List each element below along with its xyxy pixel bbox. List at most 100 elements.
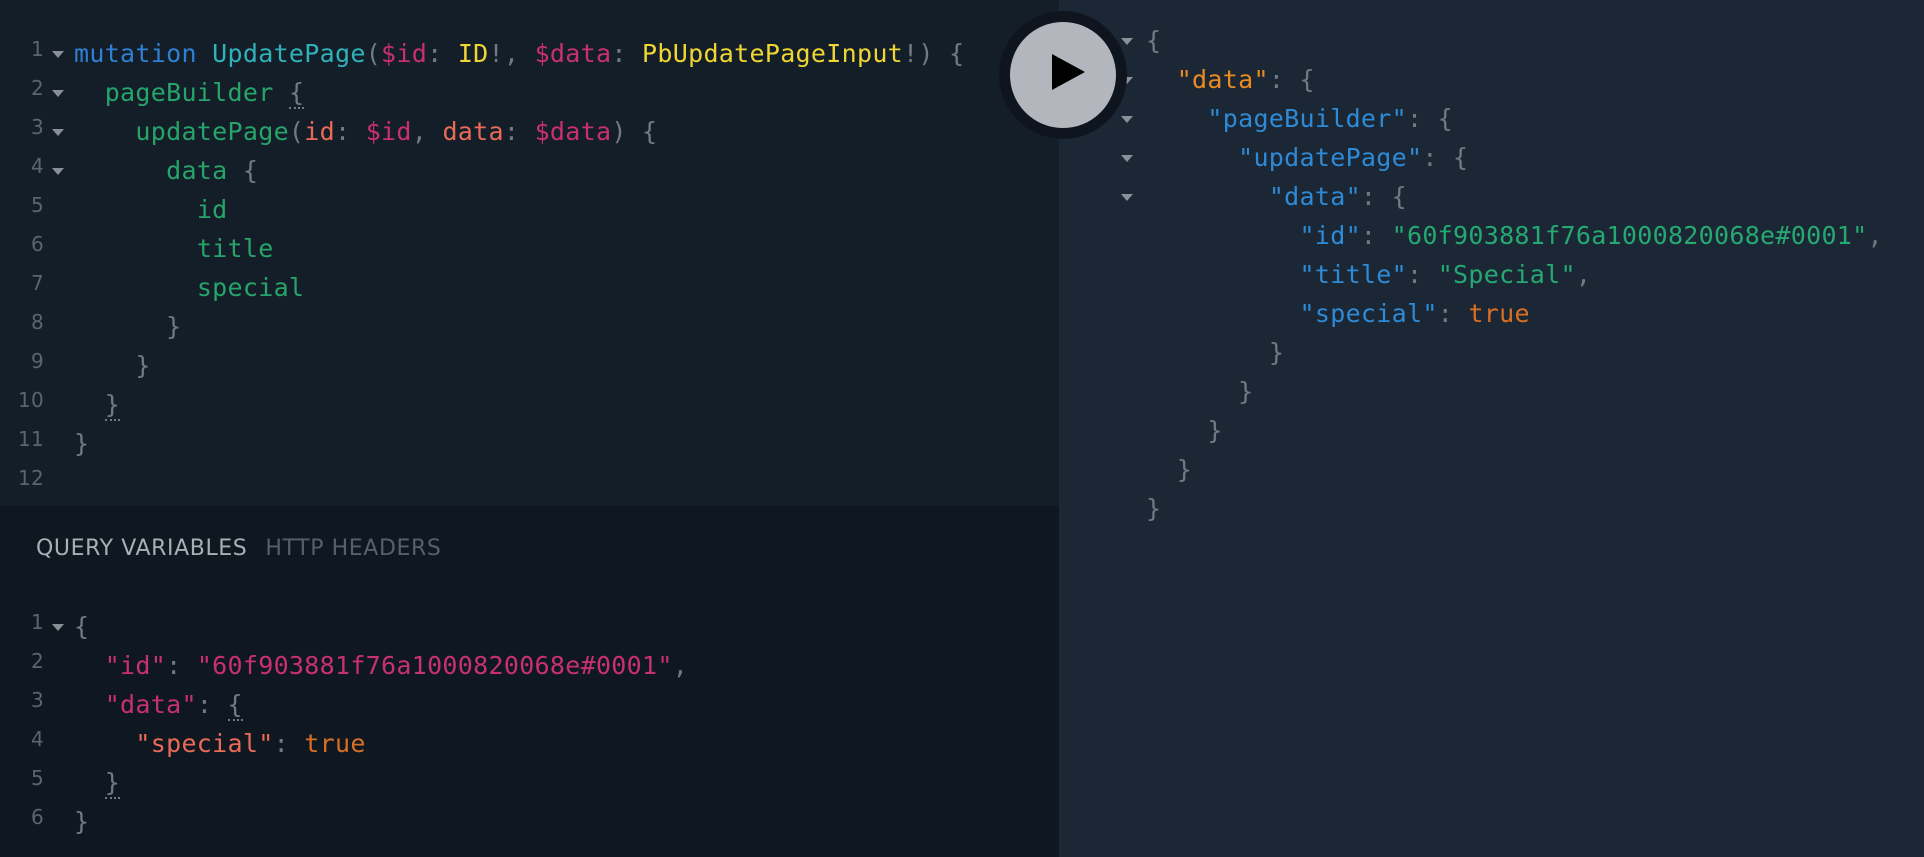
line-content: "data": { bbox=[74, 685, 243, 724]
line-content: { bbox=[74, 607, 89, 646]
code-token: special bbox=[196, 273, 305, 302]
code-token: title bbox=[196, 234, 274, 263]
code-token: pageBuilder bbox=[104, 78, 274, 107]
line-content: "data": { bbox=[1146, 177, 1407, 216]
query-code[interactable]: 1 mutation UpdatePage($id: ID!, $data: Pb… bbox=[0, 34, 964, 502]
code-line: 7 special bbox=[0, 268, 964, 307]
code-token: mutation bbox=[74, 39, 197, 68]
fold-gutter bbox=[44, 190, 74, 229]
line-content: } bbox=[1146, 372, 1253, 411]
line-content: } bbox=[1146, 489, 1161, 528]
code-token: } bbox=[1146, 494, 1162, 523]
line-content: } bbox=[74, 424, 89, 463]
line-content: "id": "60f903881f76a1000820068e#0001", bbox=[1146, 216, 1883, 255]
fold-gutter bbox=[44, 646, 74, 685]
line-content: "data": { bbox=[1146, 60, 1315, 99]
fold-arrow-icon[interactable] bbox=[1112, 138, 1146, 177]
fold-arrow-icon[interactable] bbox=[44, 151, 74, 190]
code-token: data bbox=[166, 156, 228, 185]
code-token: : { bbox=[1422, 143, 1469, 172]
line-content: "pageBuilder": { bbox=[1146, 99, 1453, 138]
line-content: data { bbox=[74, 151, 258, 190]
line-number: 4 bbox=[30, 727, 44, 751]
fold-arrow-icon[interactable] bbox=[44, 34, 74, 73]
code-token: "data" bbox=[104, 690, 197, 719]
line-content: "id": "60f903881f76a1000820068e#0001", bbox=[74, 646, 688, 685]
execute-query-button[interactable] bbox=[999, 11, 1127, 139]
code-token: $data bbox=[534, 39, 612, 68]
tab-query-variables[interactable]: QUERY VARIABLES bbox=[36, 536, 247, 561]
code-token: } bbox=[1238, 377, 1254, 406]
code-token: ) { bbox=[611, 117, 658, 146]
code-token: "special" bbox=[135, 729, 274, 758]
code-line: 12 bbox=[0, 463, 964, 502]
code-token: } bbox=[166, 312, 182, 341]
code-token: "data" bbox=[1268, 182, 1361, 211]
code-line: 8 } bbox=[0, 307, 964, 346]
code-token: "id" bbox=[1299, 221, 1361, 250]
code-token: "60f903881f76a1000820068e#0001" bbox=[1391, 221, 1868, 250]
code-line: "updatePage": { bbox=[1112, 138, 1883, 177]
play-icon bbox=[1052, 54, 1085, 90]
line-number: 5 bbox=[30, 766, 44, 790]
line-number: 10 bbox=[17, 388, 44, 412]
line-content: } bbox=[74, 346, 151, 385]
code-token: "60f903881f76a1000820068e#0001" bbox=[196, 651, 673, 680]
code-token: : bbox=[427, 39, 458, 68]
code-token: true bbox=[1468, 299, 1530, 328]
code-line: "id": "60f903881f76a1000820068e#0001", bbox=[1112, 216, 1883, 255]
fold-gutter bbox=[44, 346, 74, 385]
fold-arrow-icon[interactable] bbox=[44, 73, 74, 112]
line-number: 4 bbox=[30, 154, 44, 178]
code-token: : bbox=[1437, 299, 1469, 328]
fold-arrow-icon[interactable] bbox=[44, 112, 74, 151]
code-line: 6} bbox=[0, 802, 688, 841]
fold-gutter bbox=[44, 802, 74, 841]
code-token: : bbox=[1360, 221, 1392, 250]
line-number: 3 bbox=[30, 688, 44, 712]
execute-button-face bbox=[1010, 22, 1116, 128]
code-token: !) { bbox=[903, 39, 965, 68]
code-token: , bbox=[1867, 221, 1883, 250]
code-token: : bbox=[503, 117, 535, 146]
fold-arrow-icon[interactable] bbox=[44, 607, 74, 646]
code-token: "special" bbox=[1299, 299, 1438, 328]
code-token: : bbox=[334, 117, 366, 146]
line-number: 6 bbox=[30, 805, 44, 829]
code-token: PbUpdatePageInput bbox=[642, 39, 904, 68]
code-token: "Special" bbox=[1437, 260, 1576, 289]
code-token: true bbox=[304, 729, 366, 758]
code-line: 4 data { bbox=[0, 151, 964, 190]
code-line: 2 "id": "60f903881f76a1000820068e#0001", bbox=[0, 646, 688, 685]
variables-editor[interactable]: 1{2 "id": "60f903881f76a1000820068e#0001… bbox=[0, 607, 688, 841]
line-number: 1 bbox=[30, 37, 44, 61]
line-number: 5 bbox=[30, 193, 44, 217]
fold-gutter bbox=[44, 307, 74, 346]
code-token: } bbox=[104, 390, 121, 421]
code-line: } bbox=[1112, 333, 1883, 372]
code-line: 9 } bbox=[0, 346, 964, 385]
fold-arrow-icon[interactable] bbox=[1112, 177, 1146, 216]
fold-gutter bbox=[44, 268, 74, 307]
tab-http-headers[interactable]: HTTP HEADERS bbox=[265, 536, 441, 561]
line-content: } bbox=[1146, 450, 1192, 489]
code-token: } bbox=[74, 807, 90, 836]
code-token: "data" bbox=[1176, 65, 1269, 94]
code-token: : bbox=[196, 690, 228, 719]
code-token: { bbox=[74, 612, 90, 641]
code-token: $data bbox=[534, 117, 612, 146]
code-token: !, bbox=[488, 39, 535, 68]
code-token: { bbox=[288, 78, 305, 109]
code-line: } bbox=[1112, 372, 1883, 411]
fold-gutter bbox=[44, 763, 74, 802]
query-editor[interactable]: 1 mutation UpdatePage($id: ID!, $data: Pb… bbox=[0, 0, 1059, 506]
line-number: 6 bbox=[30, 232, 44, 256]
